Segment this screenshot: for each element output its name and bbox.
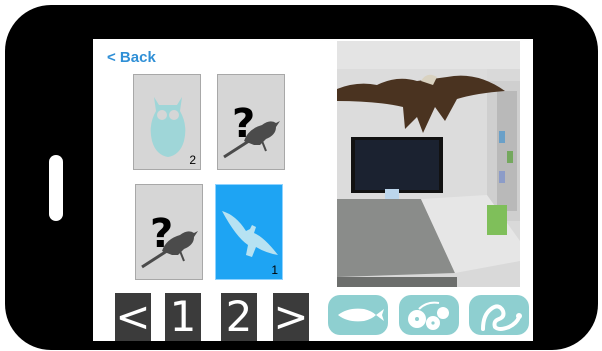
phone-frame: < Back 2 ? ? 1 < 1 2 > (5, 5, 598, 350)
prev-page-button[interactable]: < (115, 293, 151, 341)
camera-photo (337, 41, 520, 287)
snake-icon (481, 304, 522, 331)
card-count: 2 (189, 153, 196, 167)
collection-card-eagle[interactable]: 1 (215, 184, 283, 280)
unknown-bird-icon: ? (223, 101, 280, 159)
collection-card-unknown[interactable]: ? (135, 184, 203, 280)
fish-icon (338, 308, 384, 322)
collection-card-owl[interactable]: 2 (133, 74, 201, 170)
berries-icon (408, 301, 449, 330)
card-count: 1 (271, 263, 278, 277)
category-plants-button[interactable] (399, 295, 459, 335)
next-page-button[interactable]: > (273, 293, 309, 341)
collection-card-unknown[interactable]: ? (217, 74, 285, 170)
svg-text:?: ? (150, 211, 173, 257)
unknown-bird-icon: ? (141, 211, 198, 269)
page-2-button[interactable]: 2 (221, 293, 257, 341)
back-link[interactable]: < Back (107, 49, 156, 66)
home-button[interactable] (49, 155, 63, 221)
svg-text:?: ? (232, 101, 255, 147)
category-reptiles-button[interactable] (469, 295, 529, 335)
category-fish-button[interactable] (328, 295, 388, 335)
page-1-button[interactable]: 1 (165, 293, 201, 341)
app-screen: < Back 2 ? ? 1 < 1 2 > (93, 39, 533, 341)
